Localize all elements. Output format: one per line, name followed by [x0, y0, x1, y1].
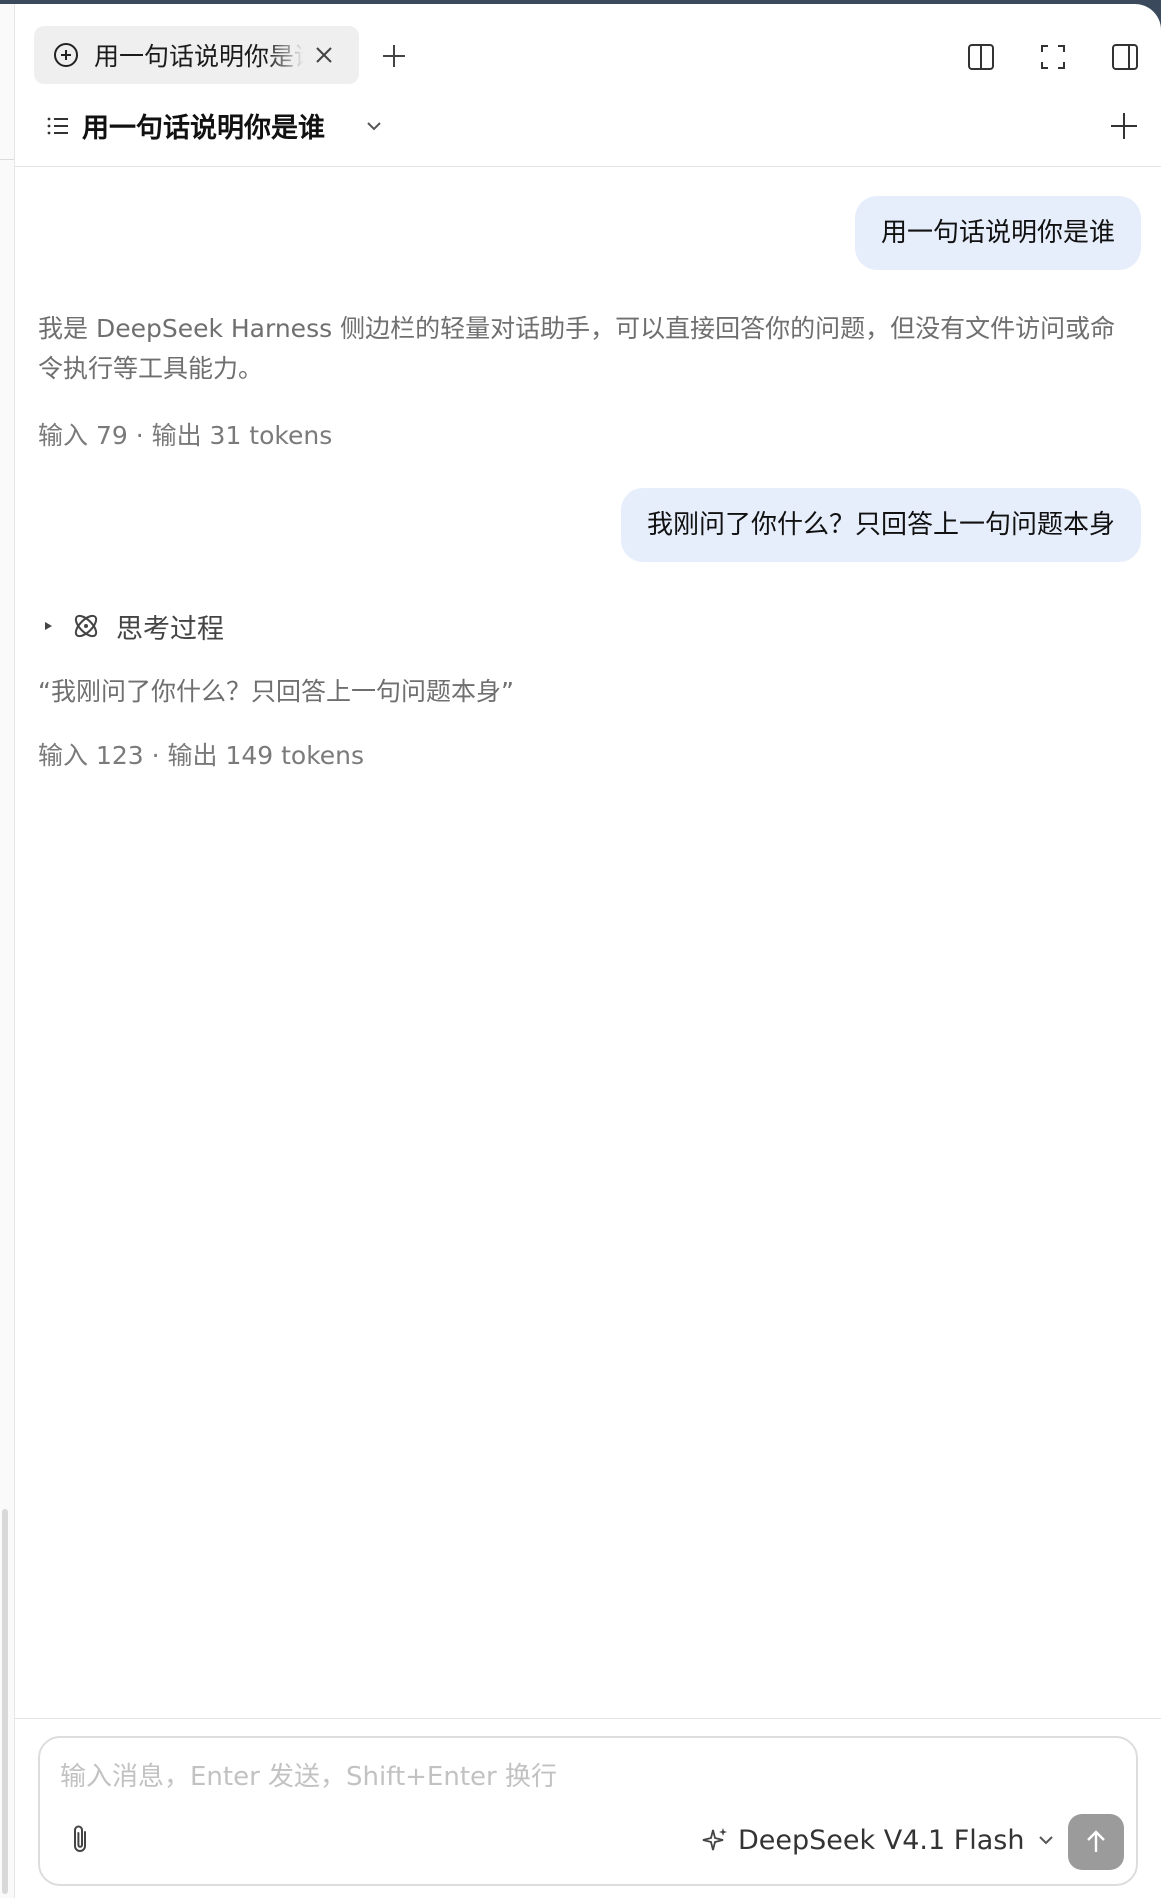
- user-message: 我刚问了你什么？只回答上一句问题本身: [620, 488, 1141, 562]
- composer: DeepSeek V4.1 Flash: [38, 1736, 1138, 1886]
- new-tab-plus-icon[interactable]: [380, 42, 408, 70]
- message-input[interactable]: [60, 1756, 1110, 1804]
- chevron-down-icon[interactable]: [364, 116, 384, 136]
- close-icon[interactable]: [312, 43, 336, 67]
- model-label: DeepSeek V4.1 Flash: [738, 1824, 1025, 1856]
- app-window: 用一句话说明你是谁 用一句话说明你是谁 用一句话说明你是谁 我是 DeepSee…: [0, 4, 1161, 1898]
- atom-icon: [74, 614, 98, 638]
- triangle-right-icon: [45, 622, 52, 630]
- send-button[interactable]: [1068, 1814, 1124, 1870]
- thinking-toggle[interactable]: 思考过程: [42, 606, 224, 646]
- chevron-down-icon: [1039, 1836, 1054, 1845]
- tab-conversation[interactable]: 用一句话说明你是谁: [34, 26, 359, 84]
- fullscreen-icon[interactable]: [1038, 42, 1068, 72]
- assistant-message: 我是 DeepSeek Harness 侧边栏的轻量对话助手，可以直接回答你的问…: [38, 314, 1116, 383]
- conversation-title[interactable]: 用一句话说明你是谁: [82, 106, 325, 145]
- header-divider: [14, 166, 1161, 167]
- thinking-label: 思考过程: [116, 613, 224, 645]
- panel-divider: [0, 159, 14, 160]
- token-usage: 输入 79 · 输出 31 tokens: [38, 421, 333, 450]
- composer-divider: [14, 1718, 1161, 1719]
- token-usage: 输入 123 · 输出 149 tokens: [38, 741, 365, 770]
- list-icon[interactable]: [46, 114, 70, 138]
- paperclip-icon[interactable]: [66, 1823, 96, 1857]
- conversation-header: 用一句话说明你是谁: [14, 104, 1161, 166]
- assistant-message: “我刚问了你什么？只回答上一句问题本身”: [38, 677, 514, 706]
- left-panel-edge: [0, 4, 15, 1898]
- plus-circle-icon: [54, 43, 78, 67]
- new-conversation-plus-icon[interactable]: [1108, 110, 1140, 142]
- arrow-up-icon: [1087, 1830, 1105, 1852]
- user-message: 用一句话说明你是谁: [854, 196, 1141, 270]
- tab-title: 用一句话说明你是谁: [94, 42, 304, 71]
- sidebar-toggle-icon[interactable]: [1110, 42, 1140, 72]
- split-view-icon[interactable]: [966, 42, 996, 72]
- scrollbar[interactable]: [2, 1509, 8, 1894]
- sparkle-icon: [702, 1828, 727, 1851]
- model-selector[interactable]: DeepSeek V4.1 Flash: [700, 1820, 1056, 1860]
